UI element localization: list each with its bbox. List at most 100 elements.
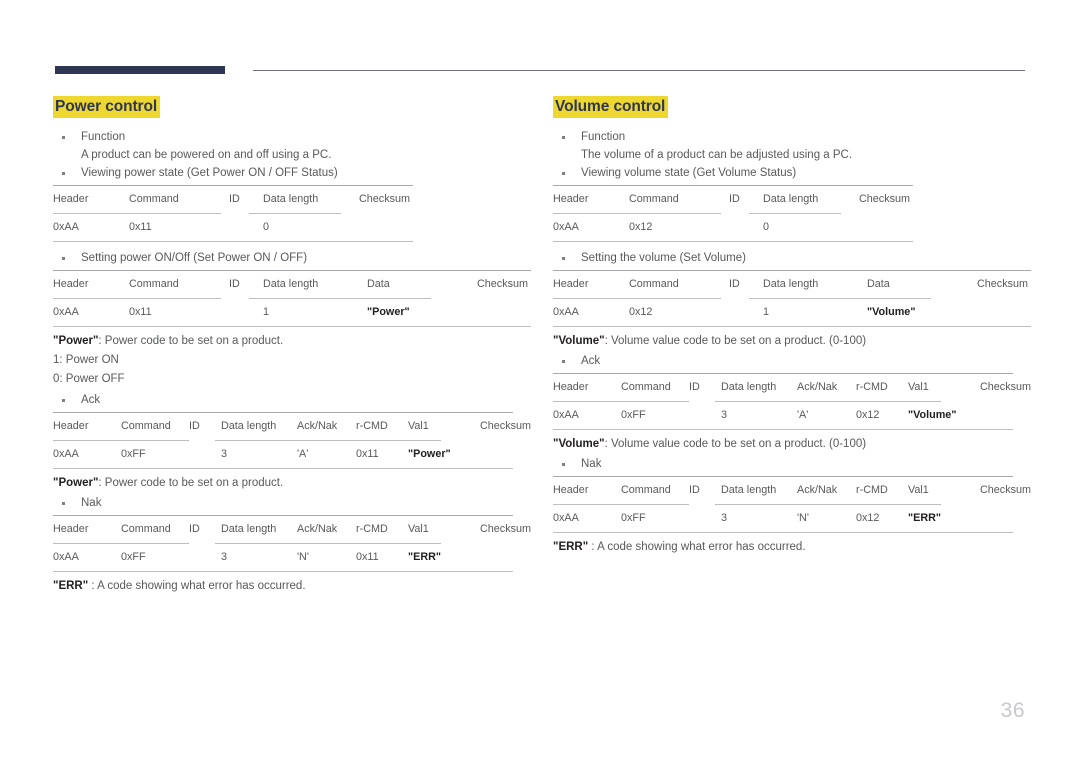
table-mid-rules [53, 298, 531, 300]
col-header-val1: Val1 [908, 381, 929, 394]
cell-data: "Power" [367, 306, 410, 319]
note-volume-term-2: "Volume" [553, 438, 605, 451]
table-row: 0xAA 0xFF 3 'N' 0x11 "ERR" [53, 544, 513, 571]
table-header-row: Header Command ID Data length Data Check… [53, 271, 531, 298]
col-header-id: ID [189, 420, 200, 433]
cell-ack-nak: 'N' [797, 512, 809, 525]
table-mid-rules [53, 543, 513, 545]
col-header-ack-nak: Ack/Nak [297, 420, 338, 433]
table-rule-bottom [553, 429, 1013, 431]
table-rule-bottom [53, 326, 531, 328]
table-header-row: Header Command ID Data length Ack/Nak r-… [53, 413, 531, 440]
col-header-id: ID [689, 381, 700, 394]
page-title-power: Power control [53, 96, 161, 119]
cell-ack-nak: 'N' [297, 551, 309, 564]
table-rule-bottom [53, 468, 513, 470]
note-power-text: : Power code to be set on a product. [98, 335, 284, 348]
note-power-off: 0: Power OFF [53, 373, 125, 386]
col-header-data-length: Data length [221, 420, 277, 433]
table-row: 0xAA 0x11 1 "Power" [53, 299, 531, 326]
table-mid-rules [553, 213, 913, 215]
col-header-checksum: Checksum [980, 484, 1032, 497]
table-row: 0xAA 0x11 0 [53, 214, 413, 241]
table-rule-bottom [553, 326, 1031, 328]
table-mid-rules [53, 213, 413, 215]
col-header-id: ID [729, 278, 740, 291]
mid-rule-segment-a [553, 298, 721, 300]
cell-header: 0xAA [553, 221, 579, 234]
col-header-header: Header [553, 381, 589, 394]
table-get-volume-status: Header Command ID Data length Checksum 0… [553, 185, 913, 243]
note-err-term: "ERR" [553, 541, 589, 554]
mid-rule-segment-b [215, 440, 441, 442]
col-header-header: Header [553, 484, 589, 497]
col-header-command: Command [121, 523, 171, 536]
cell-r-cmd: 0x11 [356, 551, 379, 564]
note-err-text: : A code showing what error has occurred… [88, 580, 306, 593]
cell-command: 0x11 [129, 221, 152, 234]
col-header-header: Header [53, 523, 89, 536]
cell-r-cmd: 0x12 [856, 512, 880, 525]
col-header-command: Command [629, 278, 679, 291]
table-get-power-status: Header Command ID Data length Checksum 0… [53, 185, 413, 243]
table-rule-bottom [553, 532, 1013, 534]
cell-data-length: 3 [721, 409, 728, 422]
table-header-row: Header Command ID Data length Checksum [53, 186, 413, 213]
col-header-ack-nak: Ack/Nak [297, 523, 338, 536]
table-ack-power: Header Command ID Data length Ack/Nak r-… [53, 412, 531, 470]
table-rule-bottom [53, 571, 513, 573]
col-header-id: ID [689, 484, 700, 497]
col-header-data-length: Data length [763, 193, 819, 206]
cell-header: 0xAA [53, 551, 79, 564]
cell-header: 0xAA [53, 306, 79, 319]
col-header-command: Command [129, 278, 179, 291]
cell-r-cmd: 0x12 [856, 409, 880, 422]
col-header-ack-nak: Ack/Nak [797, 381, 838, 394]
bullet-function-volume: Function The volume of a product can be … [553, 129, 1031, 163]
cell-command: 0x12 [629, 221, 653, 234]
document-page: Power control Function A product can be … [0, 0, 1080, 763]
col-header-id: ID [189, 523, 200, 536]
col-header-data-length: Data length [221, 523, 277, 536]
col-header-id: ID [229, 278, 240, 291]
col-header-data: Data [867, 278, 890, 291]
cell-r-cmd: 0x11 [356, 448, 379, 461]
col-header-checksum: Checksum [359, 193, 411, 206]
col-header-val1: Val1 [408, 420, 429, 433]
table-mid-rules [553, 401, 1013, 403]
cell-data-length: 1 [763, 306, 770, 319]
cell-header: 0xAA [553, 306, 579, 319]
note-power-text-2: : Power code to be set on a product. [98, 477, 284, 490]
cell-val1: "ERR" [908, 512, 942, 525]
table-row: 0xAA 0xFF 3 'A' 0x11 "Power" [53, 441, 513, 468]
note-err-code: "ERR" : A code showing what error has oc… [553, 539, 1031, 555]
table-header-row: Header Command ID Data length Ack/Nak r-… [53, 516, 531, 543]
bullet-get-power-status: Viewing power state (Get Power ON / OFF … [53, 165, 531, 181]
cell-data-length: 1 [263, 306, 270, 319]
power-control-section: Power control Function A product can be … [53, 96, 531, 597]
table-header-row: Header Command ID Data length Checksum [553, 186, 913, 213]
mid-rule-segment-a [53, 440, 189, 442]
cell-command: 0xFF [621, 409, 646, 422]
col-header-command: Command [621, 484, 671, 497]
col-header-id: ID [229, 193, 240, 206]
col-header-data-length: Data length [763, 278, 819, 291]
header-rule-line [253, 70, 1025, 71]
cell-data-length: 3 [221, 448, 228, 461]
cell-header: 0xAA [53, 221, 79, 234]
cell-ack-nak: 'A' [797, 409, 809, 422]
get-status-label: Viewing power state (Get Power ON / OFF … [81, 167, 338, 180]
col-header-r-cmd: r-CMD [856, 381, 888, 394]
note-power-term: "Power" [53, 335, 99, 348]
col-header-command: Command [129, 193, 179, 206]
mid-rule-segment-a [53, 213, 221, 215]
nak-label: Nak [581, 458, 602, 471]
col-header-data-length: Data length [721, 381, 777, 394]
col-header-r-cmd: r-CMD [356, 523, 388, 536]
note-power-code-2: "Power": Power code to be set on a produ… [53, 475, 531, 491]
cell-command: 0x11 [129, 306, 152, 319]
mid-rule-segment-b [215, 543, 441, 545]
note-power-code: "Power": Power code to be set on a produ… [53, 333, 531, 349]
ack-label: Ack [81, 394, 101, 407]
cell-data-length: 0 [763, 221, 770, 234]
